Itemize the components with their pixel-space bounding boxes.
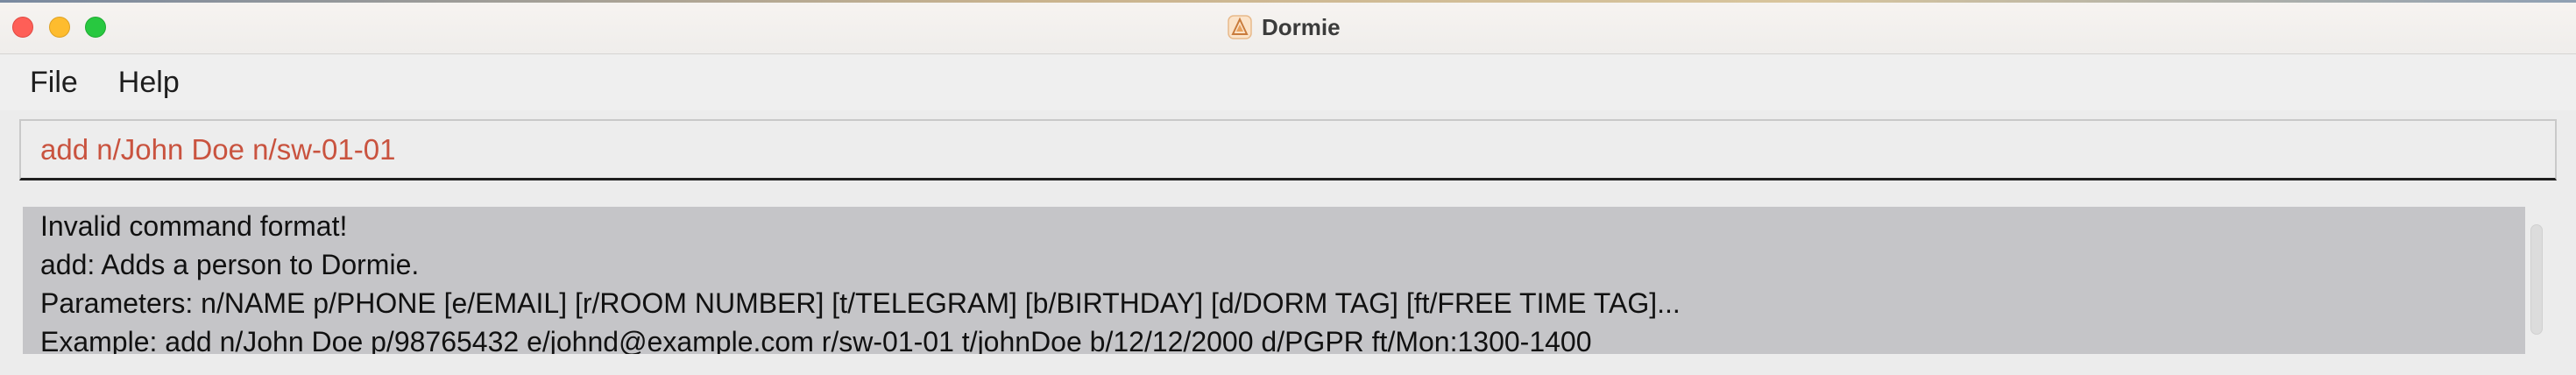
menu-file[interactable]: File: [30, 66, 78, 100]
minimize-icon[interactable]: [49, 17, 70, 38]
close-icon[interactable]: [12, 17, 33, 38]
app-window: Dormie File Help Invalid command format!…: [0, 0, 2576, 375]
result-display: Invalid command format! add: Adds a pers…: [23, 207, 2525, 354]
command-input[interactable]: [40, 132, 2555, 166]
title-bar: Dormie: [0, 0, 2576, 54]
command-box: [19, 119, 2557, 180]
title-bar-accent: [0, 0, 2576, 3]
window-title-group: Dormie: [1227, 12, 1341, 42]
result-line: Example: add n/John Doe p/98765432 e/joh…: [40, 326, 1592, 354]
result-scrollbar[interactable]: [2530, 224, 2543, 335]
result-line: add: Adds a person to Dormie.: [40, 249, 420, 280]
menu-bar: File Help: [0, 54, 2576, 110]
menu-help[interactable]: Help: [118, 66, 180, 100]
window-title: Dormie: [1262, 13, 1341, 40]
dormie-logo-icon: [1227, 14, 1253, 40]
result-line: Invalid command format!: [40, 210, 348, 242]
maximize-icon[interactable]: [85, 17, 106, 38]
result-line: Parameters: n/NAME p/PHONE [e/EMAIL] [r/…: [40, 287, 1681, 319]
